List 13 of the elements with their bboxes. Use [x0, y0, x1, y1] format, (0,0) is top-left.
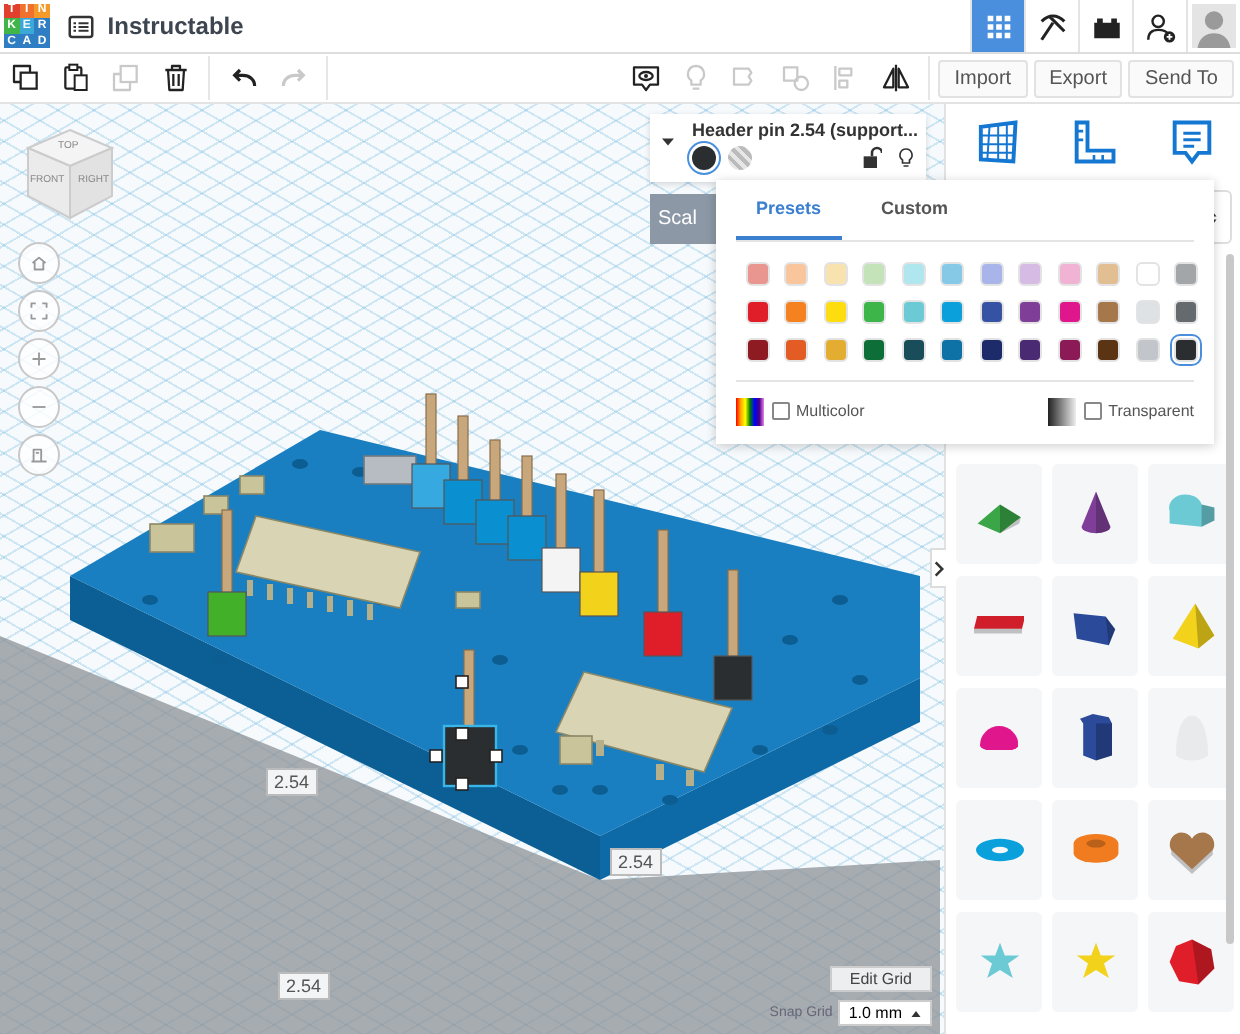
toolbar-button[interactable]: Send To — [1128, 59, 1234, 97]
edit-grid-button[interactable]: Edit Grid — [829, 966, 932, 992]
multicolor-label: Multicolor — [796, 402, 865, 420]
dimension-label[interactable]: 2.54 — [266, 768, 318, 796]
project-title: Instructable — [107, 12, 244, 40]
shape-name: Header pin 2.54 (support... — [691, 120, 918, 140]
color-tab[interactable]: Presets — [736, 180, 842, 240]
dimension-label[interactable]: 2.54 — [610, 848, 662, 876]
dimension-label[interactable]: 2.54 — [278, 972, 330, 1000]
toolbar-button[interactable]: Export — [1033, 59, 1123, 97]
snap-grid-dropdown[interactable]: 1.0 mm — [838, 1000, 932, 1026]
transparent-label: Transparent — [1108, 402, 1194, 420]
toolbar-button[interactable]: Import — [938, 59, 1028, 97]
